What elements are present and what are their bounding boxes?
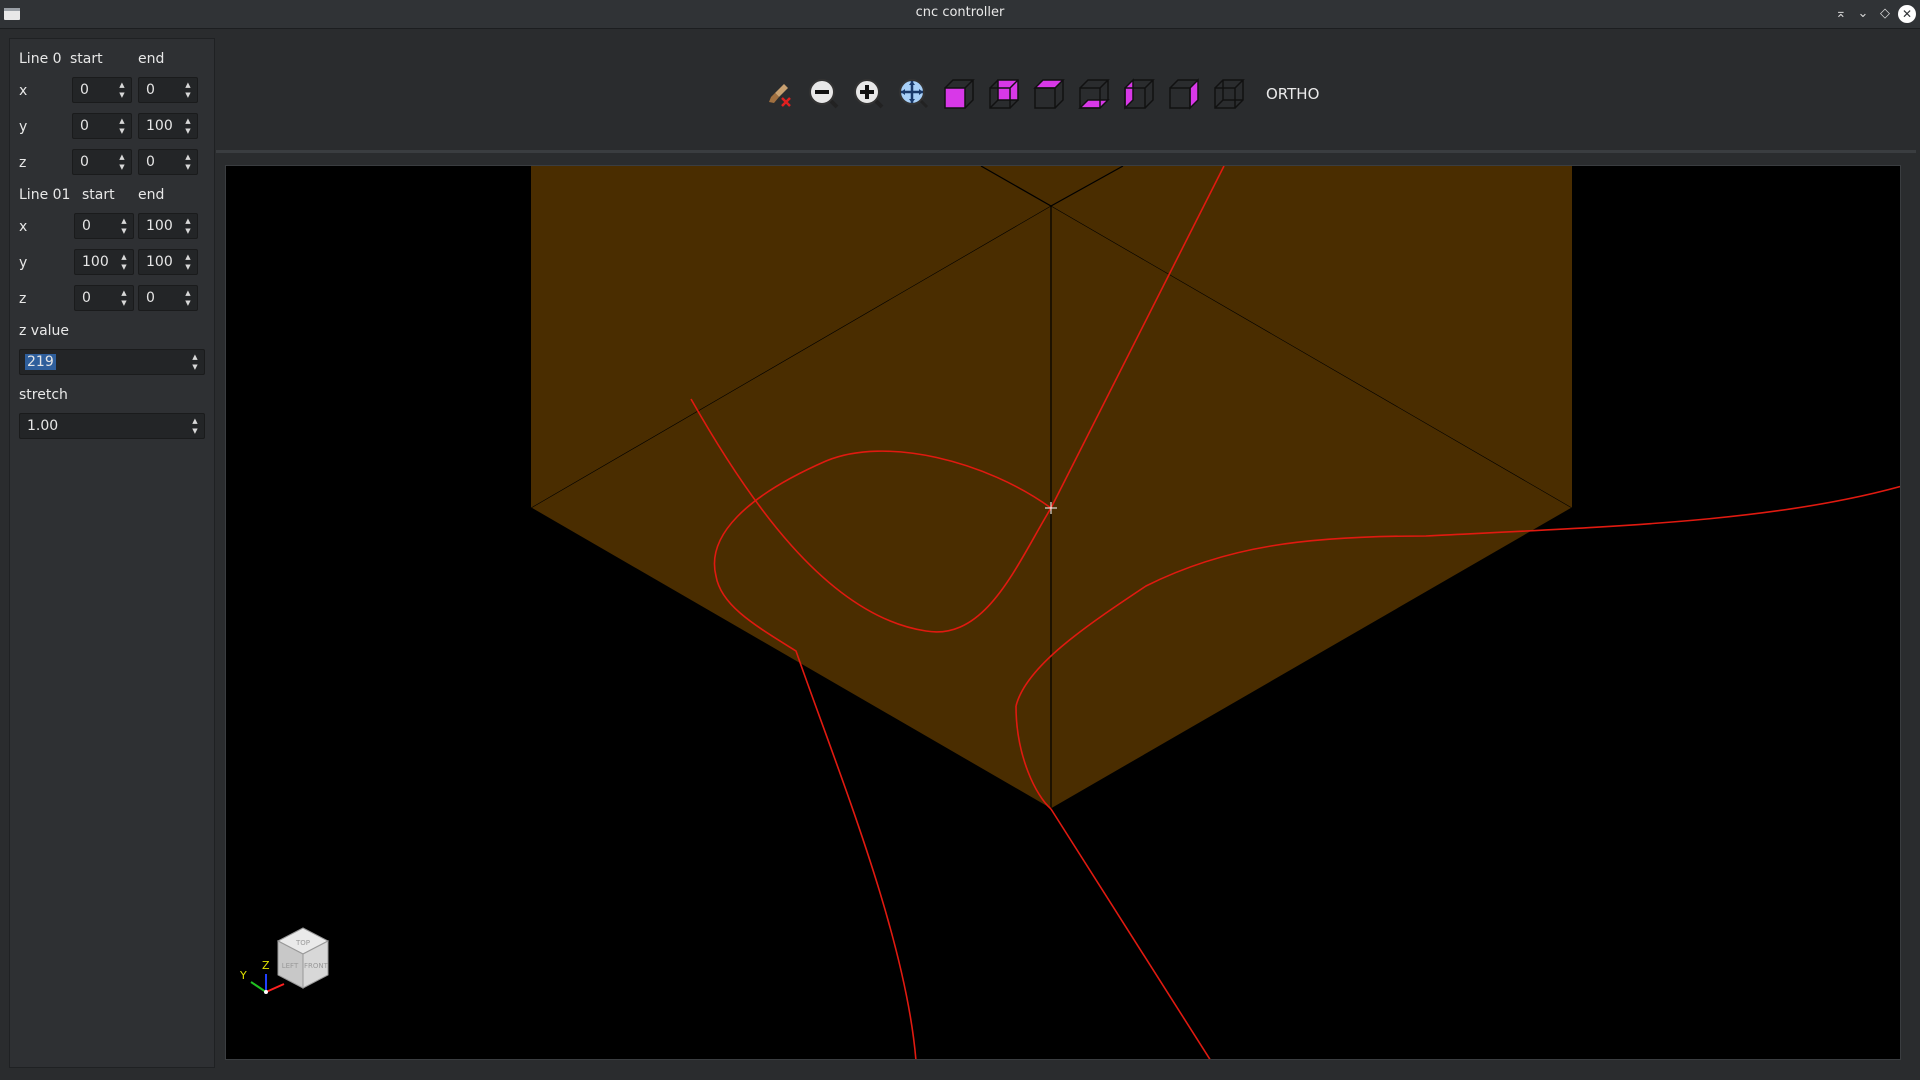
scene-canvas[interactable]: TOP LEFT FRONT Y Z (226, 166, 1901, 1060)
line0-y-start-spinbox[interactable]: 0 ▲ ▼ (72, 113, 132, 139)
view-front-icon[interactable] (941, 76, 977, 112)
spin-down-icon[interactable]: ▼ (183, 262, 193, 272)
spin-down-icon[interactable]: ▼ (183, 90, 193, 100)
spin-down-icon[interactable]: ▼ (183, 226, 193, 236)
line0-z-end-spinbox[interactable]: 0 ▲ ▼ (138, 149, 198, 175)
spin-down-icon[interactable]: ▼ (119, 262, 129, 272)
stretch-label: stretch (19, 387, 68, 403)
3d-viewport[interactable]: TOP LEFT FRONT Y Z (225, 165, 1901, 1060)
spin-up-icon[interactable]: ▲ (183, 152, 193, 162)
close-button[interactable]: ✕ (1898, 5, 1916, 23)
spin-up-icon[interactable]: ▲ (119, 288, 129, 298)
spin-down-icon[interactable]: ▼ (190, 362, 200, 372)
spin-up-icon[interactable]: ▲ (190, 352, 200, 362)
title-bar: cnc controller ⌅ ⌄ ◇ ✕ (0, 0, 1920, 29)
line01-y-end-spinbox[interactable]: 100 ▲ ▼ (138, 249, 198, 275)
line0-x-start-spinbox[interactable]: 0 ▲ ▼ (72, 77, 132, 103)
spin-up-icon[interactable]: ▲ (117, 152, 127, 162)
line01-z-end-spinbox[interactable]: 0 ▲ ▼ (138, 285, 198, 311)
view-toolbar: ORTHO (216, 38, 1916, 153)
line0-end-label: end (138, 51, 165, 67)
line0-z-label: z (19, 155, 27, 171)
line01-start-label: start (82, 187, 115, 203)
view-bottom-icon[interactable] (1076, 76, 1112, 112)
fit-all-icon[interactable] (896, 76, 932, 112)
spin-up-icon[interactable]: ▲ (119, 252, 129, 262)
line-parameters-panel: Line 0 start end x 0 ▲ ▼ 0 ▲ ▼ y 0 ▲ ▼ 100 ▲ ▼ z… (9, 38, 215, 1068)
spin-down-icon[interactable]: ▼ (119, 298, 129, 308)
view-top-icon[interactable] (1031, 76, 1067, 112)
line01-x-end-spinbox[interactable]: 100 ▲ ▼ (138, 213, 198, 239)
line0-y-label: y (19, 119, 28, 135)
spin-up-icon[interactable]: ▲ (183, 216, 193, 226)
spin-up-icon[interactable]: ▲ (117, 80, 127, 90)
line01-x-label: x (19, 219, 28, 235)
spin-up-icon[interactable]: ▲ (117, 116, 127, 126)
line0-z-start-spinbox[interactable]: 0 ▲ ▼ (72, 149, 132, 175)
stretch-spinbox[interactable]: 1.00 ▲ ▼ (19, 413, 205, 439)
line0-x-label: x (19, 83, 28, 99)
z-value-label: z value (19, 323, 70, 339)
view-left-icon[interactable] (1121, 76, 1157, 112)
view-iso-icon[interactable] (1211, 76, 1247, 112)
spin-up-icon[interactable]: ▲ (183, 288, 193, 298)
view-cube-left-label: LEFT (282, 962, 299, 970)
clear-brush-icon[interactable] (762, 76, 798, 112)
view-back-icon[interactable] (986, 76, 1022, 112)
line01-end-label: end (138, 187, 165, 203)
spin-up-icon[interactable]: ▲ (190, 416, 200, 426)
zoom-out-icon[interactable] (806, 76, 842, 112)
view-cube-front-label: FRONT (304, 962, 329, 970)
spin-down-icon[interactable]: ▼ (119, 226, 129, 236)
view-cube[interactable]: TOP LEFT FRONT (276, 927, 330, 989)
line01-z-label: z (19, 291, 27, 307)
spin-up-icon[interactable]: ▲ (119, 216, 129, 226)
spin-down-icon[interactable]: ▼ (117, 126, 127, 136)
line01-x-start-spinbox[interactable]: 0 ▲ ▼ (74, 213, 134, 239)
window-title: cnc controller (915, 5, 1005, 20)
line01-y-start-spinbox[interactable]: 100 ▲ ▼ (74, 249, 134, 275)
zoom-in-icon[interactable] (851, 76, 887, 112)
line01-y-label: y (19, 255, 28, 271)
ortho-toggle[interactable]: ORTHO (1266, 85, 1319, 103)
line0-x-end-spinbox[interactable]: 0 ▲ ▼ (138, 77, 198, 103)
spin-down-icon[interactable]: ▼ (117, 90, 127, 100)
spin-down-icon[interactable]: ▼ (183, 126, 193, 136)
spin-up-icon[interactable]: ▲ (183, 116, 193, 126)
line0-y-end-spinbox[interactable]: 100 ▲ ▼ (138, 113, 198, 139)
axis-z-label: Z (262, 959, 270, 972)
maximize-button[interactable]: ◇ (1876, 5, 1894, 23)
spin-down-icon[interactable]: ▼ (117, 162, 127, 172)
line0-label: Line 0 (19, 51, 62, 67)
axis-triad: Y Z (239, 959, 285, 994)
view-cube-top-label: TOP (295, 939, 310, 947)
spin-up-icon[interactable]: ▲ (183, 252, 193, 262)
spin-down-icon[interactable]: ▼ (183, 162, 193, 172)
minimize-button[interactable]: ⌄ (1854, 5, 1872, 23)
spin-down-icon[interactable]: ▼ (190, 426, 200, 436)
line01-z-start-spinbox[interactable]: 0 ▲ ▼ (74, 285, 134, 311)
spin-down-icon[interactable]: ▼ (183, 298, 193, 308)
keep-above-button[interactable]: ⌅ (1832, 5, 1850, 23)
line01-label: Line 01 (19, 187, 71, 203)
view-right-icon[interactable] (1166, 76, 1202, 112)
z-value-spinbox[interactable]: 219 ▲ ▼ (19, 349, 205, 375)
spin-up-icon[interactable]: ▲ (183, 80, 193, 90)
line0-start-label: start (70, 51, 103, 67)
axis-y-label: Y (239, 969, 247, 982)
